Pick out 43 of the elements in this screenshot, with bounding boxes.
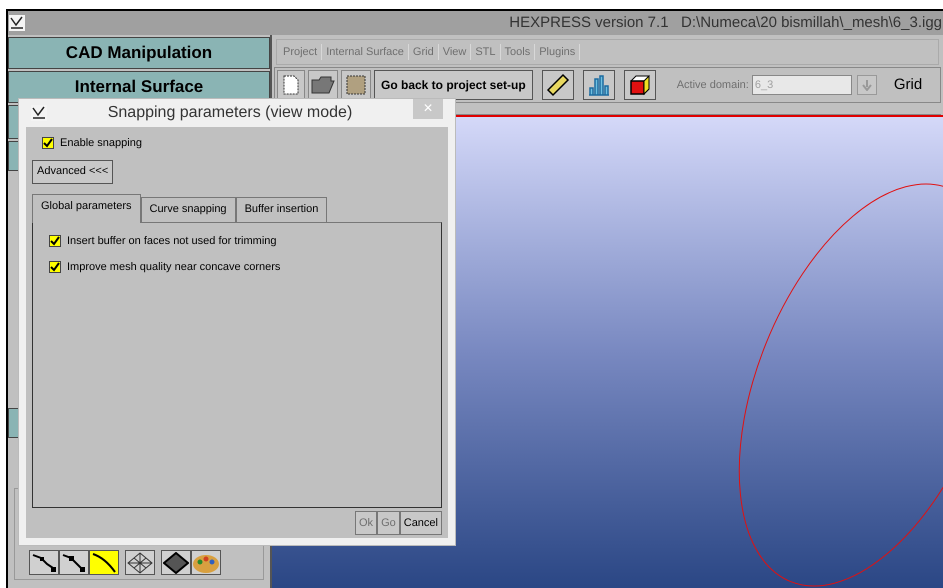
window-title: HEXPRESS version 7.1 D:\Numeca\20 bismillah\_mesh\6_3.igg xyxy=(509,12,942,33)
logo-icon xyxy=(9,15,25,31)
section-button[interactable]: CAD Manipulation xyxy=(8,37,270,69)
option-checkbox[interactable] xyxy=(49,261,61,274)
tool-button[interactable] xyxy=(161,550,191,575)
tool-button[interactable] xyxy=(59,550,89,575)
ruler-button[interactable] xyxy=(542,70,574,100)
diamond-icon xyxy=(163,552,189,574)
ruler-icon xyxy=(546,73,570,97)
grid-label: Grid xyxy=(894,74,922,95)
tab[interactable]: Buffer insertion xyxy=(236,196,328,222)
enable-label: Enable snapping xyxy=(60,136,142,151)
open-button[interactable] xyxy=(308,70,338,100)
domain-label: Active domain: xyxy=(676,78,749,93)
tool-button[interactable] xyxy=(89,550,119,575)
option-label: Insert buffer on faces not used for trimming xyxy=(67,234,277,248)
dialog-title: Snapping parameters (view mode) xyxy=(106,103,354,123)
close-button[interactable]: × xyxy=(413,99,443,119)
new-file-button[interactable] xyxy=(277,70,305,100)
curve-icon xyxy=(91,552,117,574)
advanced-button[interactable]: Advanced <<< xyxy=(32,160,114,184)
folder-icon xyxy=(311,76,335,94)
dialog-button[interactable]: Cancel xyxy=(400,511,442,535)
tool-button[interactable] xyxy=(29,550,59,575)
file-icon xyxy=(283,75,299,95)
tool-button[interactable] xyxy=(125,550,155,575)
grid-icon xyxy=(127,552,153,574)
histogram-button[interactable] xyxy=(582,70,615,100)
numbered-path-icon xyxy=(31,552,57,574)
logo-icon xyxy=(31,105,47,121)
option-checkbox[interactable] xyxy=(49,234,61,247)
down-arrow-icon xyxy=(862,79,872,91)
histogram-icon xyxy=(586,74,611,96)
back-button[interactable]: Go back to project set-up xyxy=(374,70,533,100)
domain-field[interactable]: 6_3 xyxy=(752,75,852,95)
cube-icon xyxy=(628,73,652,97)
polyline-icon xyxy=(61,552,87,574)
save-button[interactable] xyxy=(341,70,371,100)
tab[interactable]: Curve snapping xyxy=(140,196,236,222)
tab[interactable]: Global parameters xyxy=(32,194,140,222)
enable-checkbox[interactable] xyxy=(42,137,54,150)
cube-button[interactable] xyxy=(624,70,656,100)
option-label: Improve mesh quality near concave corners xyxy=(67,260,280,275)
